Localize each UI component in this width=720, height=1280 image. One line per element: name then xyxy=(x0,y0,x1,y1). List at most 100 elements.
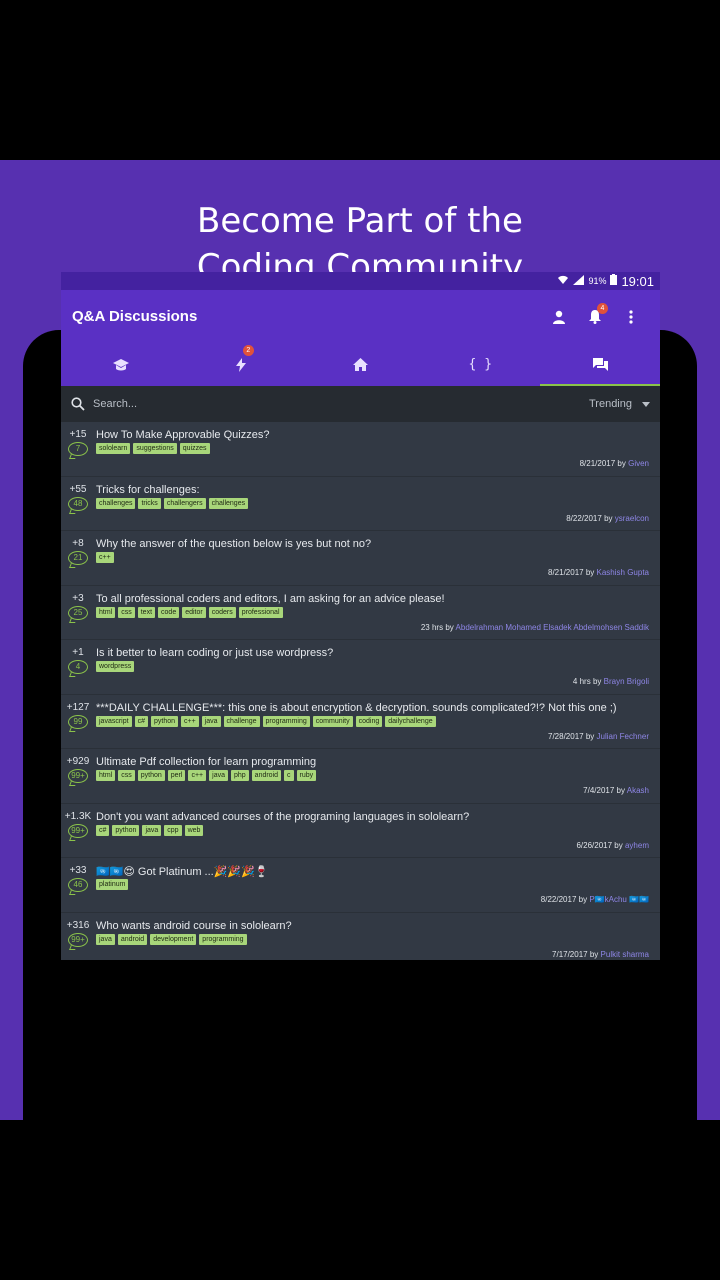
question-tag[interactable]: html xyxy=(96,770,116,781)
by-label: by xyxy=(604,513,613,523)
notifications-button[interactable]: 4 xyxy=(577,303,613,324)
question-title[interactable]: How To Make Approvable Quizzes? xyxy=(96,429,654,441)
question-tag[interactable]: code xyxy=(158,606,180,618)
tab-discussions[interactable] xyxy=(540,343,660,386)
question-tag[interactable]: python xyxy=(150,715,179,727)
overflow-menu-button[interactable] xyxy=(613,309,649,324)
question-row[interactable]: +55 48 Tricks for challenges: challenges… xyxy=(61,477,660,531)
question-title[interactable]: Is it better to learn coding or just use… xyxy=(96,647,654,659)
tag-list: platinum xyxy=(96,879,129,890)
question-tag[interactable]: perl xyxy=(167,770,186,781)
tab-play[interactable]: 2 xyxy=(181,343,301,386)
author-link[interactable]: P🇺🇳kAchu 🇺🇳🇺🇳 xyxy=(589,895,649,904)
question-tag[interactable]: java xyxy=(96,933,115,945)
profile-button[interactable] xyxy=(541,310,577,324)
question-tag[interactable]: professional xyxy=(238,606,283,618)
question-tag[interactable]: c++ xyxy=(96,552,114,563)
question-tag[interactable]: challenges xyxy=(208,497,249,509)
question-title[interactable]: Ultimate Pdf collection for learn progra… xyxy=(96,756,654,768)
question-tag[interactable]: sololearn xyxy=(96,443,131,454)
author-link[interactable]: Pulkit sharma xyxy=(601,950,649,959)
chevron-down-icon[interactable] xyxy=(642,401,650,407)
question-row[interactable]: +1 4 Is it better to learn coding or jus… xyxy=(61,640,660,695)
by-label: by xyxy=(616,786,625,795)
question-date: 8/21/2017 xyxy=(579,459,616,468)
question-date: 8/21/2017 xyxy=(548,568,584,577)
question-title[interactable]: Tricks for challenges: xyxy=(96,484,654,496)
question-tag[interactable]: java xyxy=(142,824,162,836)
question-tag[interactable]: css xyxy=(118,606,135,618)
author-link[interactable]: Given xyxy=(628,459,649,468)
question-tag[interactable]: cpp xyxy=(164,824,182,836)
question-tag[interactable]: platinum xyxy=(96,879,129,890)
question-row[interactable]: +8 21 Why the answer of the question bel… xyxy=(61,531,660,586)
question-title[interactable]: Why the answer of the question below is … xyxy=(96,538,654,550)
question-meta: 8/21/2017 by Given xyxy=(580,459,649,468)
question-tag[interactable]: android xyxy=(251,770,282,781)
question-title[interactable]: Don't you want advanced courses of the p… xyxy=(96,811,654,823)
question-row[interactable]: +33 46 🇺🇳🇺🇳😍 Got Platinum ...🎉🎉🎉🍷 platin… xyxy=(61,858,660,913)
question-row[interactable]: +15 7 How To Make Approvable Quizzes? so… xyxy=(61,422,660,477)
author-link[interactable]: Akash xyxy=(627,786,649,795)
question-tag[interactable]: challengers xyxy=(163,497,206,509)
question-row[interactable]: +316 99+ Who wants android course in sol… xyxy=(61,913,660,961)
question-tag[interactable]: editor xyxy=(182,606,206,618)
question-tag[interactable]: programming xyxy=(199,933,247,945)
question-tag[interactable]: challenges xyxy=(96,497,136,509)
answer-count-bubble: 21 xyxy=(68,551,88,565)
answer-count-bubble: 7 xyxy=(68,442,88,456)
question-tag[interactable]: ruby xyxy=(296,770,317,781)
question-date: 6/26/2017 xyxy=(576,840,613,850)
question-tag[interactable]: c++ xyxy=(188,770,207,781)
author-link[interactable]: Brayn Brigoli xyxy=(604,677,649,686)
question-row[interactable]: +127 99 ***DAILY CHALLENGE***: this one … xyxy=(61,695,660,749)
tag-list: javascript c# python c++ java challenge progra… xyxy=(96,715,436,727)
question-tag[interactable]: tricks xyxy=(138,497,161,509)
question-tag[interactable]: c# xyxy=(134,715,148,727)
question-tag[interactable]: c# xyxy=(96,824,110,836)
author-link[interactable]: ysraelcon xyxy=(615,514,649,523)
question-tag[interactable]: html xyxy=(96,606,116,618)
author-link[interactable]: Abdelrahman Mohamed Elsadek Abdelmohsen … xyxy=(456,623,649,632)
question-meta: 6/26/2017 by ayhem xyxy=(576,841,649,850)
search-input[interactable]: Search... xyxy=(93,398,589,410)
question-tag[interactable]: dailychallenge xyxy=(385,715,436,727)
question-row[interactable]: +929 99+ Ultimate Pdf collection for lea… xyxy=(61,749,660,804)
question-tag[interactable]: javascript xyxy=(96,715,132,727)
question-tag[interactable]: java xyxy=(209,770,228,781)
question-title[interactable]: 🇺🇳🇺🇳😍 Got Platinum ...🎉🎉🎉🍷 xyxy=(96,865,654,878)
question-tag[interactable]: coding xyxy=(355,715,383,727)
question-tag[interactable]: text xyxy=(137,606,156,618)
question-tag[interactable]: challenge xyxy=(223,715,260,727)
question-title[interactable]: To all professional coders and editors, … xyxy=(96,593,654,605)
question-tag[interactable]: php xyxy=(230,770,249,781)
question-tag[interactable]: community xyxy=(312,715,353,727)
question-tag[interactable]: css xyxy=(118,770,135,781)
question-tag[interactable]: quizzes xyxy=(179,443,210,454)
tab-code[interactable]: { } xyxy=(420,343,540,386)
question-tag[interactable]: c xyxy=(284,770,294,781)
question-tag[interactable]: python xyxy=(112,824,140,836)
question-tag[interactable]: coders xyxy=(208,606,236,618)
question-tag[interactable]: suggestions xyxy=(133,443,177,454)
question-row[interactable]: +3 25 To all professional coders and edi… xyxy=(61,586,660,640)
question-title[interactable]: Who wants android course in sololearn? xyxy=(96,920,654,932)
question-tag[interactable]: python xyxy=(137,770,165,781)
author-link[interactable]: Julian Fechner xyxy=(597,732,649,741)
author-link[interactable]: Kashish Gupta xyxy=(597,568,649,577)
question-tag[interactable]: programming xyxy=(262,715,310,727)
question-meta: 8/22/2017 by P🇺🇳kAchu 🇺🇳🇺🇳 xyxy=(541,895,649,904)
question-tag[interactable]: c++ xyxy=(181,715,199,727)
sort-select[interactable]: Trending xyxy=(589,398,632,410)
by-label: by xyxy=(578,895,588,904)
question-row[interactable]: +1.3K 99+ Don't you want advanced course… xyxy=(61,804,660,858)
question-tag[interactable]: android xyxy=(117,933,148,945)
tab-home[interactable] xyxy=(301,343,421,386)
question-tag[interactable]: java xyxy=(201,715,221,727)
question-tag[interactable]: web xyxy=(184,824,204,836)
author-link[interactable]: ayhem xyxy=(625,841,649,850)
question-title[interactable]: ***DAILY CHALLENGE***: this one is about… xyxy=(96,702,654,714)
question-tag[interactable]: development xyxy=(150,933,197,945)
tab-learn[interactable] xyxy=(61,343,181,386)
question-tag[interactable]: wordpress xyxy=(96,661,135,672)
